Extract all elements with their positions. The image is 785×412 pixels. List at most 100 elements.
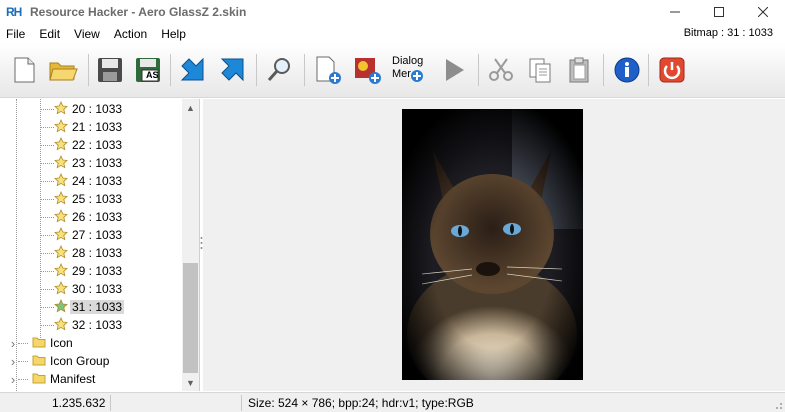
star-icon (54, 298, 68, 316)
compile-button[interactable] (176, 53, 210, 87)
run-button[interactable] (437, 53, 471, 87)
copy-button[interactable] (523, 53, 557, 87)
tree-item-bitmap[interactable]: 20 : 1033 (40, 100, 122, 118)
close-button[interactable] (741, 0, 785, 24)
tree-item-bitmap[interactable]: 21 : 1033 (40, 118, 122, 136)
tree-item-label: Icon (50, 336, 73, 350)
tree-item-label: 23 : 1033 (72, 156, 123, 170)
tree-item-bitmap[interactable]: 25 : 1033 (40, 190, 122, 208)
menu-edit[interactable]: Edit (32, 27, 67, 41)
add-resource-icon (316, 56, 341, 84)
tree-item-bitmap[interactable]: 24 : 1033 (40, 172, 122, 190)
menu-view[interactable]: View (67, 27, 107, 41)
toolbar: AS Dialog Mer (0, 44, 785, 98)
star-icon (54, 280, 68, 298)
tree-item-bitmap[interactable]: 27 : 1033 (40, 226, 122, 244)
tree-item-label: 30 : 1033 (72, 282, 123, 296)
save-icon (98, 58, 122, 82)
tree-item-bitmap[interactable]: 30 : 1033 (40, 280, 122, 298)
tree-item-bitmap[interactable]: 31 : 1033 (40, 298, 125, 316)
menu-help[interactable]: Help (154, 27, 193, 41)
tree-item-bitmap[interactable]: 28 : 1033 (40, 244, 122, 262)
find-button[interactable] (262, 53, 296, 87)
status-image-info: Size: 524 × 786; bpp:24; hdr:v1; type:RG… (248, 396, 474, 410)
star-icon (54, 262, 68, 280)
title-bar: RH Resource Hacker - Aero GlassZ 2.skin (0, 0, 785, 24)
folder-icon (32, 372, 46, 387)
star-icon (54, 190, 68, 208)
exit-button[interactable] (655, 53, 689, 87)
dialog-menu-button[interactable]: Dialog Mer (392, 55, 426, 82)
open-folder-icon (49, 62, 78, 81)
star-icon (54, 172, 68, 190)
star-icon (54, 100, 68, 118)
open-folder-button[interactable] (46, 53, 80, 87)
tree-item-label: 21 : 1033 (72, 120, 123, 134)
tree-item-bitmap[interactable]: 29 : 1033 (40, 262, 122, 280)
add-resource-button[interactable] (311, 53, 345, 87)
tree-item-label: 28 : 1033 (72, 246, 123, 260)
star-icon (54, 316, 68, 334)
add-image-icon (355, 58, 381, 84)
scissors-icon (489, 58, 513, 81)
star-icon (54, 154, 68, 172)
maximize-button[interactable] (697, 0, 741, 24)
tree-item-label: 22 : 1033 (72, 138, 123, 152)
expand-arrow-icon[interactable]: › (8, 354, 18, 369)
star-icon (54, 226, 68, 244)
tree-item-label: 20 : 1033 (72, 102, 123, 116)
tree-item-group[interactable]: › Icon Group (8, 352, 110, 370)
bitmap-preview-pane (203, 99, 785, 391)
info-icon (614, 57, 640, 83)
minimize-button[interactable] (653, 0, 697, 24)
tree-item-label: Manifest (50, 372, 96, 386)
tree-item-group[interactable]: › Manifest (8, 370, 96, 388)
tree-item-bitmap[interactable]: 23 : 1033 (40, 154, 122, 172)
tree-item-bitmap[interactable]: 22 : 1033 (40, 136, 122, 154)
scroll-down-icon[interactable]: ▼ (182, 374, 199, 391)
script-arrow-icon (220, 58, 244, 82)
menu-file[interactable]: File (0, 27, 32, 41)
close-icon (758, 7, 768, 17)
dialog-menu-label-line1: Dialog (392, 55, 424, 67)
star-icon (54, 136, 68, 154)
about-button[interactable] (610, 53, 644, 87)
minimize-icon (670, 11, 680, 13)
tree-item-label: 24 : 1033 (72, 174, 123, 188)
status-offset: 1.235.632 (52, 396, 106, 410)
scroll-thumb[interactable] (183, 263, 198, 373)
resource-tree[interactable]: 20 : 1033 21 : 1033 22 : 1033 23 : 1033 24 :… (0, 99, 200, 391)
tree-scrollbar[interactable]: ▲ ▼ (182, 99, 199, 391)
paste-button[interactable] (562, 53, 596, 87)
new-file-icon (14, 57, 35, 83)
tree-item-label: 29 : 1033 (72, 264, 123, 278)
new-file-button[interactable] (7, 53, 41, 87)
tree-item-label: 31 : 1033 (70, 300, 125, 314)
cut-button[interactable] (484, 53, 518, 87)
window-title: Resource Hacker - Aero GlassZ 2.skin (30, 5, 247, 19)
tree-item-group[interactable]: › Icon (8, 334, 73, 352)
tree-item-label: 32 : 1033 (72, 318, 123, 332)
tree-item-bitmap[interactable]: 26 : 1033 (40, 208, 122, 226)
copy-icon (529, 58, 551, 83)
menu-action[interactable]: Action (107, 27, 154, 41)
app-logo: RH (6, 5, 22, 19)
status-bar: 1.235.632 Size: 524 × 786; bpp:24; hdr:v… (0, 392, 785, 412)
star-icon (54, 244, 68, 262)
save-as-label: AS (146, 70, 159, 80)
add-image-button[interactable] (351, 53, 385, 87)
scroll-up-icon[interactable]: ▲ (182, 99, 199, 116)
resize-grip-icon[interactable] (773, 400, 783, 410)
expand-arrow-icon[interactable]: › (8, 336, 18, 351)
expand-arrow-icon[interactable]: › (8, 372, 18, 387)
tree-item-label: 25 : 1033 (72, 192, 123, 206)
save-as-button[interactable]: AS (131, 53, 165, 87)
star-icon (54, 118, 68, 136)
cat-photo-image (402, 109, 583, 380)
script-button[interactable] (215, 53, 249, 87)
tree-item-bitmap[interactable]: 32 : 1033 (40, 316, 122, 334)
save-button[interactable] (93, 53, 127, 87)
folder-icon (32, 336, 46, 351)
bitmap-readout: Bitmap : 31 : 1033 (683, 27, 773, 39)
play-icon (446, 59, 464, 81)
